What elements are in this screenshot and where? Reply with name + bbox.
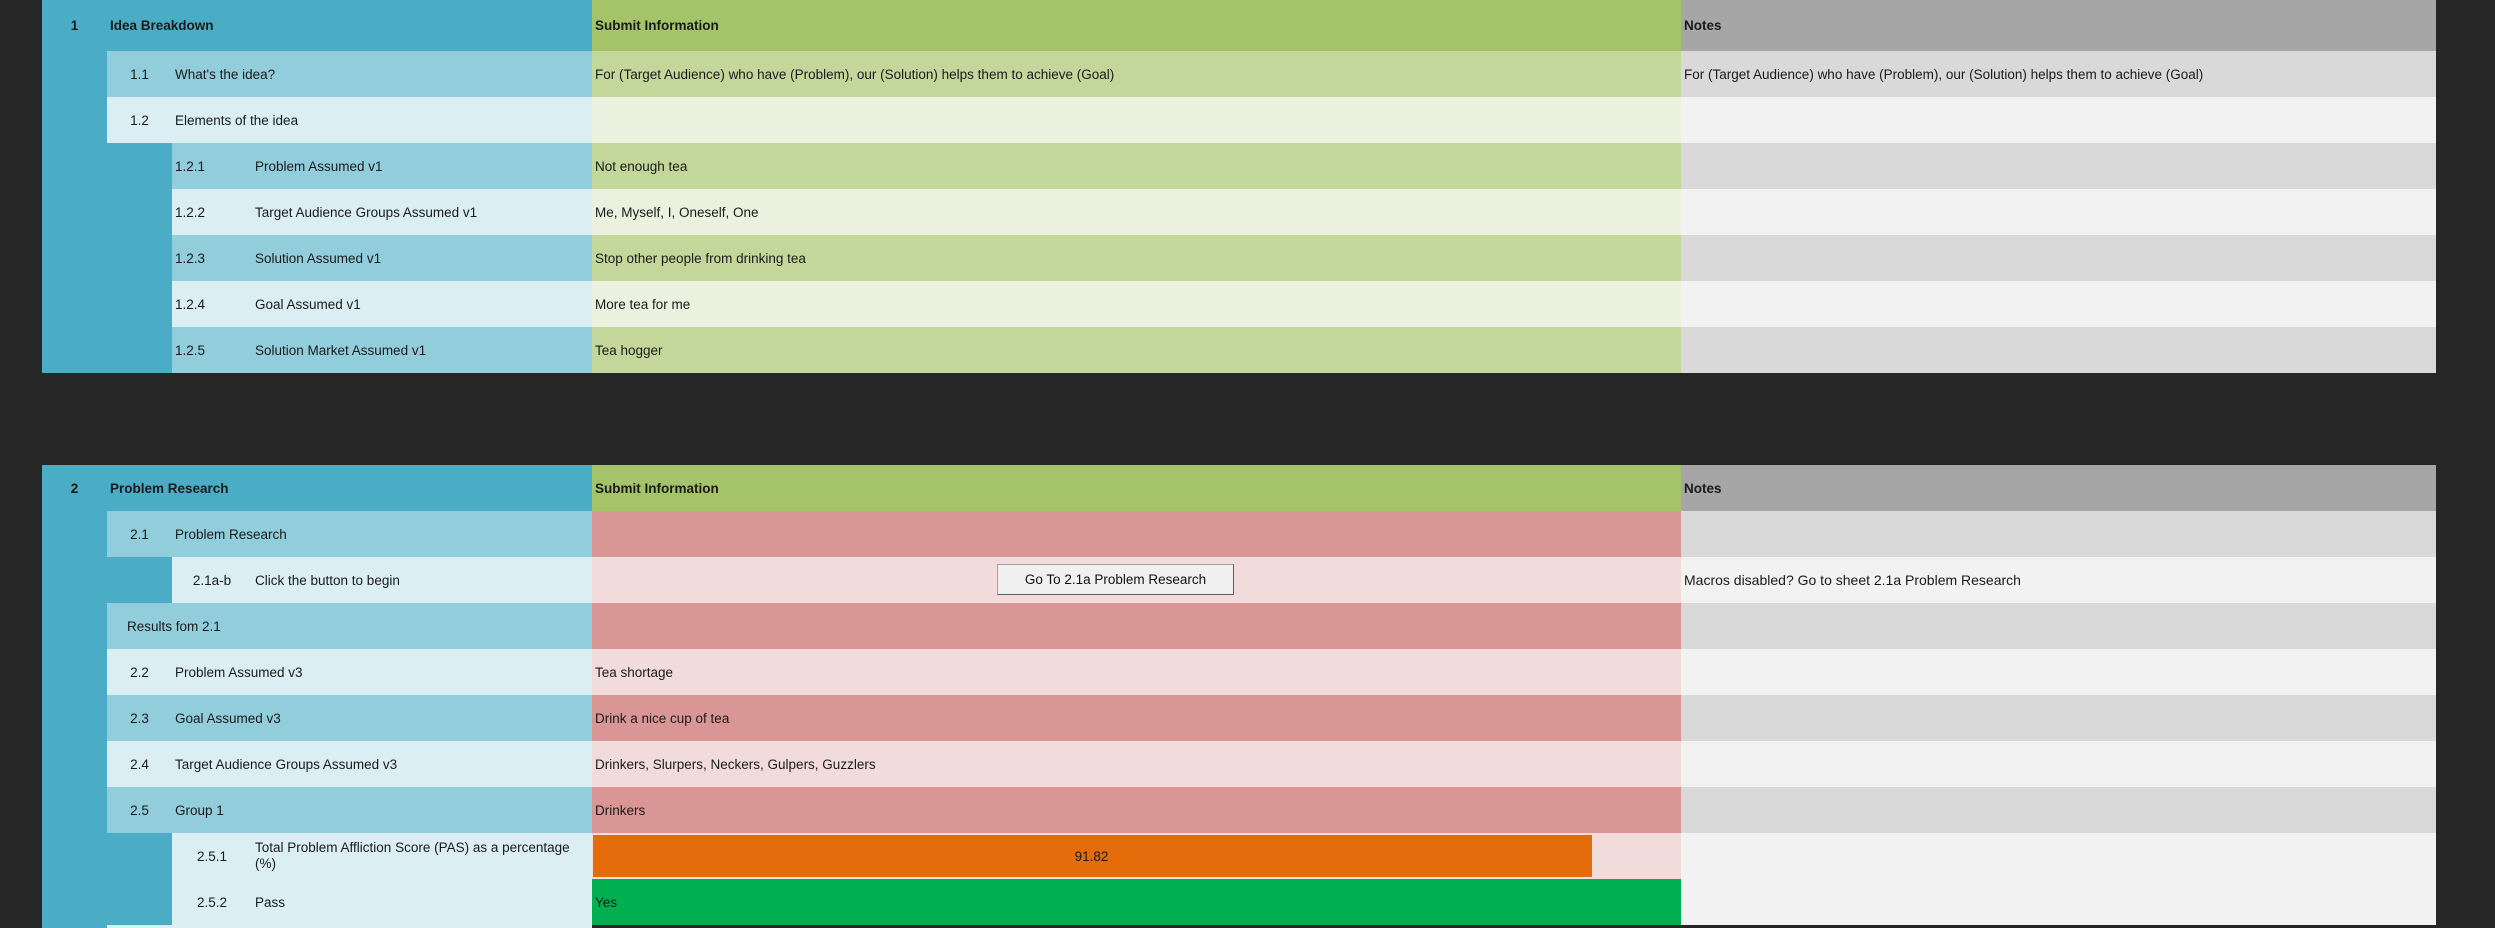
row-label[interactable]: Click the button to begin <box>252 557 592 603</box>
row-note-cell[interactable] <box>1681 235 2436 281</box>
row-number[interactable]: 2.5 <box>107 787 172 833</box>
row-value-cell[interactable]: For (Target Audience) who have (Problem)… <box>592 51 1681 97</box>
sub-indent-band <box>107 557 172 603</box>
row-label[interactable]: Total Problem Affliction Score (PAS) as … <box>252 833 592 879</box>
row-number[interactable]: 2.3 <box>107 695 172 741</box>
row-number[interactable]: 2.1a-b <box>172 557 252 603</box>
row-note-cell[interactable] <box>1681 833 2436 879</box>
row-label[interactable]: Problem Assumed v1 <box>252 143 592 189</box>
pas-score-value: 91.82 <box>1074 848 1109 864</box>
section-side-band <box>42 51 107 373</box>
row-number[interactable]: 2.5.2 <box>172 879 252 925</box>
sub-indent-band <box>107 833 172 928</box>
row-label[interactable]: Target Audience Groups Assumed v1 <box>252 189 592 235</box>
row-label[interactable]: Group 1 <box>172 787 252 833</box>
row-number[interactable]: 1.2 <box>107 97 172 143</box>
row-number[interactable]: 2.5.1 <box>172 833 252 879</box>
row-number[interactable]: 1.2.2 <box>172 189 252 235</box>
notes-header[interactable]: Notes <box>1681 465 2436 511</box>
row-value-cell[interactable] <box>592 511 1681 557</box>
submit-info-header[interactable]: Submit Information <box>592 465 1681 511</box>
row-value-cell[interactable] <box>592 97 1681 143</box>
row-value-cell[interactable]: Drink a nice cup of tea <box>592 695 1681 741</box>
row-note-cell[interactable] <box>1681 327 2436 373</box>
row-note-cell[interactable] <box>1681 143 2436 189</box>
section-side-band <box>42 511 107 928</box>
row-label[interactable]: Problem Research <box>172 511 592 557</box>
row-number[interactable]: 2.4 <box>107 741 172 787</box>
row-value-cell[interactable]: Tea shortage <box>592 649 1681 695</box>
row-label[interactable]: Pass <box>252 879 592 925</box>
row-number[interactable]: 1.2.4 <box>172 281 252 327</box>
row-value-cell[interactable]: Drinkers <box>592 787 1681 833</box>
row-note-cell[interactable] <box>1681 97 2436 143</box>
section-number[interactable]: 1 <box>42 0 107 51</box>
row-number[interactable]: 2.1 <box>107 511 172 557</box>
row-value-cell[interactable] <box>592 603 1681 649</box>
row-number[interactable]: 1.1 <box>107 51 172 97</box>
row-label[interactable]: Solution Market Assumed v1 <box>252 327 592 373</box>
row-number[interactable]: 1.2.1 <box>172 143 252 189</box>
row-label[interactable]: Target Audience Groups Assumed v3 <box>172 741 592 787</box>
notes-header[interactable]: Notes <box>1681 0 2436 51</box>
row-value-cell[interactable]: More tea for me <box>592 281 1681 327</box>
row-label[interactable]: Elements of the idea <box>172 97 592 143</box>
row-note-cell[interactable] <box>1681 741 2436 787</box>
empty-label-cell[interactable] <box>252 787 592 833</box>
sub-indent-band <box>107 143 172 373</box>
row-note-cell[interactable] <box>1681 879 2436 925</box>
row-number[interactable]: 2.2 <box>107 649 172 695</box>
results-label[interactable]: Results fom 2.1 <box>107 603 592 649</box>
row-note-cell[interactable] <box>1681 603 2436 649</box>
row-label[interactable]: Goal Assumed v3 <box>172 695 592 741</box>
row-note-cell[interactable] <box>1681 787 2436 833</box>
pas-score-cell[interactable]: 91.82 <box>592 833 1681 879</box>
section-title[interactable]: Problem Research <box>107 465 592 511</box>
row-note-cell[interactable] <box>1681 649 2436 695</box>
section-number[interactable]: 2 <box>42 465 107 511</box>
section-title[interactable]: Idea Breakdown <box>107 0 592 51</box>
row-value-cell[interactable]: Tea hogger <box>592 327 1681 373</box>
pass-value-cell[interactable]: Yes <box>592 879 1681 925</box>
row-label[interactable]: Problem Assumed v3 <box>172 649 592 695</box>
row-label[interactable]: What's the idea? <box>172 51 592 97</box>
row-number[interactable]: 1.2.3 <box>172 235 252 281</box>
row-label[interactable]: Solution Assumed v1 <box>252 235 592 281</box>
row-label[interactable]: Goal Assumed v1 <box>252 281 592 327</box>
row-note-cell[interactable] <box>1681 189 2436 235</box>
row-note-cell[interactable] <box>1681 511 2436 557</box>
row-value-cell[interactable]: Not enough tea <box>592 143 1681 189</box>
row-note-cell[interactable]: Macros disabled? Go to sheet 2.1a Proble… <box>1681 557 2436 603</box>
row-note-cell[interactable] <box>1681 281 2436 327</box>
row-value-cell[interactable]: Me, Myself, I, Oneself, One <box>592 189 1681 235</box>
submit-info-header[interactable]: Submit Information <box>592 0 1681 51</box>
row-note-cell[interactable] <box>1681 695 2436 741</box>
go-to-problem-research-button[interactable]: Go To 2.1a Problem Research <box>997 564 1234 595</box>
row-value-cell[interactable]: Drinkers, Slurpers, Neckers, Gulpers, Gu… <box>592 741 1681 787</box>
row-number[interactable]: 1.2.5 <box>172 327 252 373</box>
row-note-cell[interactable]: For (Target Audience) who have (Problem)… <box>1681 51 2436 97</box>
row-value-cell[interactable]: Stop other people from drinking tea <box>592 235 1681 281</box>
